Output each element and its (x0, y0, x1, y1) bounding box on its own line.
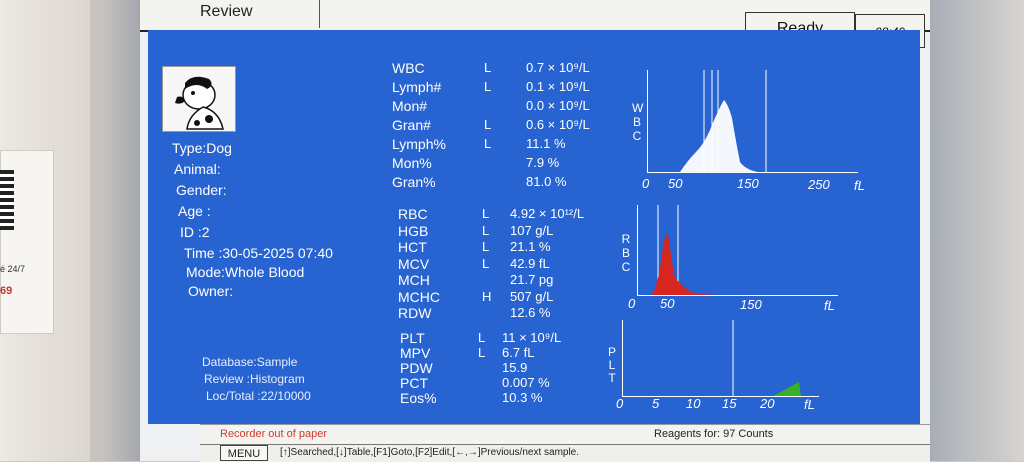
param-value: 0.0 × 10⁹/L (526, 98, 590, 113)
param-flag: L (484, 136, 492, 151)
plt-tick-0: 0 (616, 396, 624, 411)
param-name: Mon# (392, 98, 428, 114)
patient-gender: Gender: (176, 182, 227, 198)
rbc-tick-150: 150 (740, 297, 762, 312)
param-flag: L (482, 206, 490, 221)
database-label: Database:Sample (202, 355, 298, 369)
patient-time: Time :30-05-2025 07:40 (184, 245, 333, 261)
param-value: 42.9 fL (510, 255, 550, 271)
param-value: 107 g/L (510, 222, 554, 238)
plt-unit: fL (804, 397, 815, 412)
param-flag: L (482, 239, 490, 254)
rbc-histogram (637, 205, 838, 296)
param-value: 11 × 10⁹/L (502, 330, 562, 345)
analyzer-screen: Review Ready 08:49 Type:Dog Animal: Gend… (140, 0, 930, 462)
rbc-axis-letter-1: R (621, 232, 631, 246)
param-flag: H (482, 288, 492, 304)
param-name: HGB (398, 222, 429, 239)
param-name: Mon% (392, 155, 432, 171)
param-value: 0.7 × 10⁹/L (526, 60, 590, 75)
sticker-number: 69 (0, 285, 13, 297)
plt-axis-letter-3: T (608, 371, 616, 385)
wbc-axis-letter-1: W (632, 101, 644, 115)
rbc-unit: fL (824, 298, 835, 313)
rbc-axis-letter-3: C (621, 260, 631, 274)
rbc-tick-50: 50 (660, 296, 675, 311)
param-name: Eos% (400, 390, 437, 406)
wbc-histogram (647, 70, 858, 173)
param-flag: L (484, 79, 492, 94)
param-flag: L (478, 330, 486, 345)
param-name: MCV (398, 255, 430, 272)
sticker-date: é 24/7 (0, 264, 26, 274)
menu-button[interactable]: MENU (220, 445, 268, 461)
param-name: Lymph% (392, 136, 446, 152)
param-flag: L (478, 345, 486, 360)
param-name: MCHC (398, 288, 440, 305)
param-name: RDW (398, 305, 432, 321)
param-flag: L (484, 60, 492, 75)
param-value: 0.1 × 10⁹/L (526, 79, 590, 94)
dog-icon (162, 66, 236, 132)
param-name: WBC (392, 60, 425, 76)
param-name: HCT (398, 239, 427, 255)
patient-id: ID :2 (180, 224, 210, 240)
param-value: 81.0 % (526, 174, 567, 189)
recorder-warning: Recorder out of paper (220, 428, 328, 440)
param-value: 11.1 % (526, 136, 566, 151)
param-flag: L (484, 117, 492, 132)
patient-type: Type:Dog (172, 140, 232, 156)
param-value: 7.9 % (526, 155, 560, 170)
plt-tick-5: 5 (652, 396, 660, 411)
wbc-tick-250: 250 (808, 177, 830, 192)
barcode-icon (0, 170, 14, 230)
param-value: 21.7 pg (510, 272, 554, 287)
review-mode-label: Review :Histogram (204, 372, 305, 386)
wbc-tick-150: 150 (737, 176, 759, 191)
param-name: PLT (400, 330, 425, 346)
param-value: 0.6 × 10⁹/L (526, 117, 590, 132)
param-name: PCT (400, 375, 428, 391)
param-value: 10.3 % (502, 390, 543, 405)
rbc-axis-letter-2: B (621, 246, 630, 260)
param-name: Gran% (392, 174, 436, 190)
plt-histogram (622, 320, 819, 397)
wbc-tick-50: 50 (668, 176, 683, 191)
loc-total-label: Loc/Total :22/10000 (206, 389, 311, 403)
patient-age: Age : (178, 203, 211, 219)
patient-owner: Owner: (188, 283, 234, 299)
param-value: 21.1 % (510, 239, 551, 254)
param-name: RBC (398, 206, 428, 222)
wbc-tick-0: 0 (642, 176, 650, 191)
param-name: MPV (400, 345, 431, 361)
param-value: 0.007 % (502, 375, 550, 390)
param-flag: L (482, 222, 490, 238)
patient-mode: Mode:Whole Blood (186, 264, 305, 280)
param-flag: L (482, 255, 490, 271)
wbc-axis-letter-2: B (632, 115, 641, 129)
tab-review[interactable]: Review (140, 0, 320, 28)
keyboard-hint: [↑]Searched,[↓]Table,[F1]Goto,[F2]Edit,[… (280, 447, 580, 458)
reagents-counter: Reagents for: 97 Counts (654, 428, 774, 440)
param-name: MCH (398, 272, 430, 288)
patient-animal: Animal: (174, 161, 221, 177)
param-value: 507 g/L (510, 288, 554, 304)
param-value: 4.92 × 10¹²/L (510, 206, 585, 221)
param-value: 15.9 (502, 360, 528, 375)
plt-tick-15: 15 (722, 396, 737, 411)
rbc-tick-0: 0 (628, 296, 636, 311)
param-name: Gran# (392, 117, 431, 133)
wbc-axis-letter-3: C (632, 129, 642, 143)
param-name: Lymph# (392, 79, 442, 95)
param-value: 6.7 fL (502, 345, 535, 360)
param-value: 12.6 % (510, 305, 551, 320)
param-name: PDW (400, 360, 433, 376)
wbc-unit: fL (854, 178, 865, 193)
plt-tick-20: 20 (760, 396, 775, 411)
plt-tick-10: 10 (686, 396, 701, 411)
